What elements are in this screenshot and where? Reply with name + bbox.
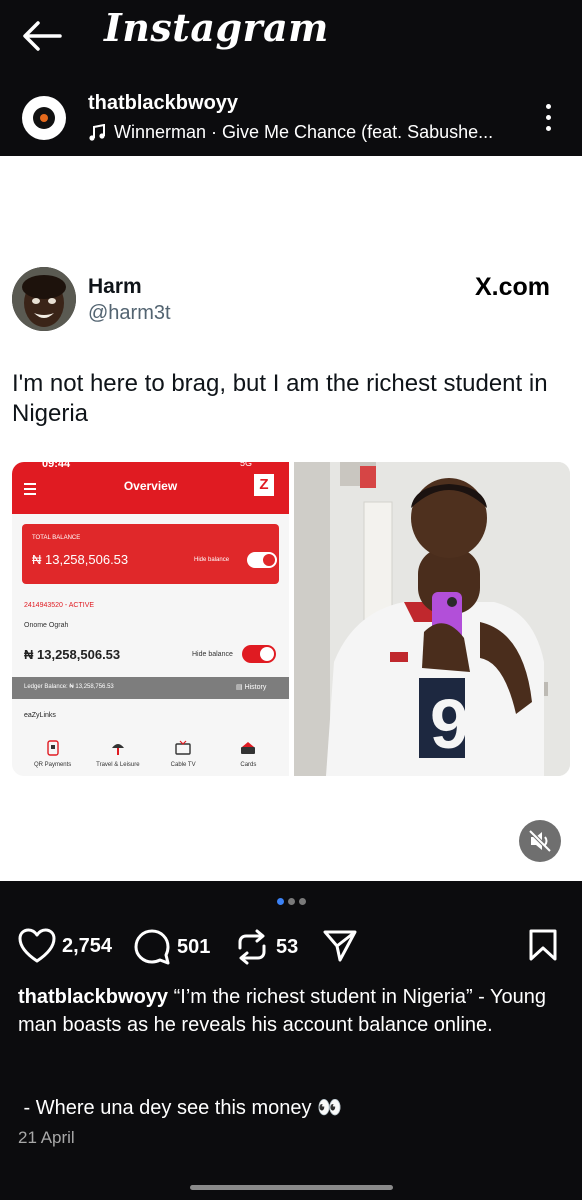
heart-icon <box>18 928 56 963</box>
service-cards: Cards <box>216 740 280 768</box>
comment-count: 501 <box>177 935 211 958</box>
top-bar: Instagram thatblackbwoyy Winnerman · Giv… <box>0 0 582 156</box>
action-bar: 2,754 501 53 <box>0 928 582 968</box>
selfie-photo: 9 <box>294 462 570 776</box>
speaker-muted-icon <box>528 829 552 853</box>
x-logo: X.com <box>475 273 551 301</box>
carousel-dot <box>287 898 295 905</box>
hide-balance-toggle <box>247 552 277 568</box>
repost-count: 53 <box>276 935 299 958</box>
ledger-balance: Ledger Balance: ₦ 13,258,756.53 <box>24 684 114 690</box>
bank-title: Overview <box>123 479 178 493</box>
total-balance-card: TOTAL BALANCE ₦ 13,258,506.53 Hide balan… <box>22 524 279 584</box>
bank-app-screenshot: 09:44 5G Overview Z TOTAL BALANCE ₦ 13,2… <box>12 462 289 776</box>
account-username[interactable]: thatblackbwoyy <box>88 92 238 115</box>
post-caption: thatblackbwoyy “I’m the richest student … <box>18 983 563 1039</box>
music-title: Winnerman · Give Me Chance (feat. Sabush… <box>114 122 494 142</box>
bookmark-icon <box>529 929 557 961</box>
carousel-dot <box>298 898 306 905</box>
services-row: QR Payments Travel & Leisure Cable TV Ca… <box>12 740 289 768</box>
hide-balance-label: Hide balance <box>194 557 230 563</box>
status-network: 5G <box>240 462 253 468</box>
like-button[interactable]: 2,754 <box>18 928 112 964</box>
tweet-author-name: Harm <box>88 275 142 298</box>
tv-icon <box>175 740 191 755</box>
instagram-logo: Instagram <box>104 5 329 50</box>
service-qr-payments: QR Payments <box>21 740 85 768</box>
repost-button[interactable]: 53 <box>234 928 298 966</box>
svg-text:9: 9 <box>430 685 469 763</box>
hide-balance-label-2: Hide balance <box>192 651 233 658</box>
account-holder: Onome Ograh <box>24 622 69 629</box>
eazylinks-label: eaZyLinks <box>24 712 56 719</box>
repost-icon <box>238 929 266 965</box>
history-link: ▤ History <box>236 684 267 691</box>
mute-button[interactable] <box>519 820 561 862</box>
bank-logo: Z <box>254 474 274 496</box>
music-info[interactable]: Winnerman · Give Me Chance (feat. Sabush… <box>88 122 518 143</box>
qr-payments-icon <box>46 740 59 756</box>
post-image[interactable]: Harm @harm3t X.com I'm not here to brag,… <box>0 156 582 881</box>
account-avatar[interactable] <box>22 96 66 140</box>
share-button[interactable] <box>322 928 358 964</box>
total-balance-amount: ₦ 13,258,506.53 <box>32 552 129 567</box>
total-balance-label: TOTAL BALANCE <box>32 535 81 541</box>
service-cable-tv: Cable TV <box>151 740 215 768</box>
tweet-avatar <box>12 267 76 331</box>
comment-icon <box>134 929 170 965</box>
caption-username[interactable]: thatblackbwoyy <box>18 986 168 1008</box>
travel-icon <box>111 744 124 755</box>
like-count: 2,754 <box>62 934 113 957</box>
carousel-indicator <box>0 898 582 905</box>
bank-header: 09:44 5G Overview Z <box>12 462 289 514</box>
send-icon <box>323 930 357 962</box>
comment-button[interactable]: 501 <box>133 928 210 966</box>
tweet-author-handle: @harm3t <box>88 302 171 324</box>
service-travel: Travel & Leisure <box>86 740 150 768</box>
back-arrow-icon[interactable] <box>20 18 64 54</box>
caption-line-2: - Where una dey see this money 👀 <box>18 1097 342 1119</box>
save-button[interactable] <box>528 928 558 962</box>
more-options-icon[interactable] <box>538 104 558 134</box>
account-number: 2414943520 - ACTIVE <box>24 602 95 609</box>
cards-icon <box>241 742 256 754</box>
carousel-dot-active <box>276 898 284 905</box>
music-note-icon <box>89 123 105 141</box>
status-time: 09:44 <box>42 462 71 470</box>
tweet-text: I'm not here to brag, but I am the riche… <box>12 370 548 427</box>
account-balance: ₦ 13,258,506.53 <box>24 647 121 662</box>
hide-balance-toggle-2 <box>242 645 276 663</box>
post-date: 21 April <box>18 1128 75 1147</box>
home-indicator[interactable] <box>190 1185 393 1190</box>
ledger-bar: Ledger Balance: ₦ 13,258,756.53 ▤ Histor… <box>12 677 289 699</box>
